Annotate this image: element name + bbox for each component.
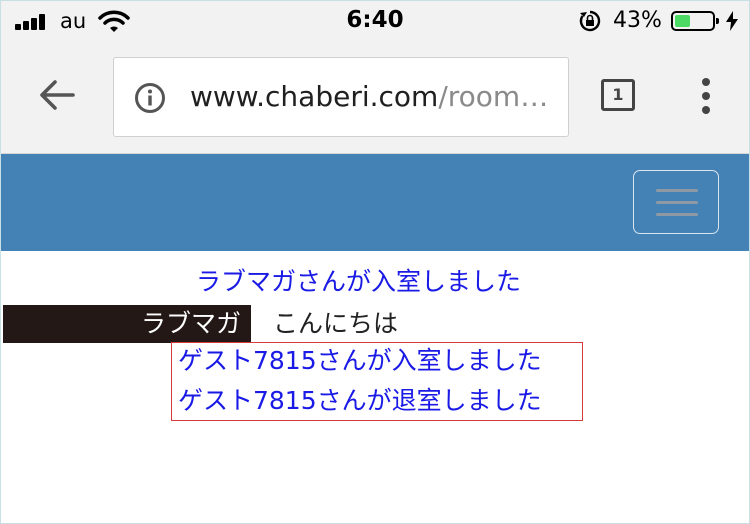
phone-screen: au 6:40 43% www.chaberi.com/room… 1 ラブマガ…: [0, 0, 750, 524]
user-message: こんにちは: [273, 309, 399, 338]
system-message-enter-2: ゲスト7815さんが入室しました: [178, 346, 542, 375]
site-header: [1, 154, 749, 251]
user-name-label[interactable]: ラブマガ: [3, 305, 251, 343]
tab-switcher-icon[interactable]: 1: [601, 79, 635, 111]
overflow-menu-icon[interactable]: [700, 78, 712, 114]
rotation-lock-icon: [579, 10, 601, 32]
system-message-leave: ゲスト7815さんが退室しました: [178, 386, 542, 415]
info-icon[interactable]: [134, 82, 166, 114]
url-bar[interactable]: www.chaberi.com/room…: [113, 57, 569, 137]
url-domain: www.chaberi.com: [190, 80, 439, 113]
hamburger-icon[interactable]: [633, 170, 719, 234]
url-text[interactable]: www.chaberi.com/room…: [190, 80, 548, 114]
chat-log: ラブマガさんが入室しました ラブマガ こんにちは ゲスト7815さんが入室しまし…: [1, 251, 749, 523]
battery-percent: 43%: [613, 8, 662, 33]
browser-toolbar: www.chaberi.com/room… 1: [1, 41, 749, 154]
back-arrow-icon[interactable]: [37, 75, 77, 115]
system-message-enter-1: ラブマガさんが入室しました: [196, 267, 522, 296]
url-path: /room…: [438, 80, 549, 113]
battery-icon: [671, 11, 719, 31]
status-bar: au 6:40 43%: [1, 1, 749, 41]
charging-bolt-icon: [726, 11, 738, 31]
